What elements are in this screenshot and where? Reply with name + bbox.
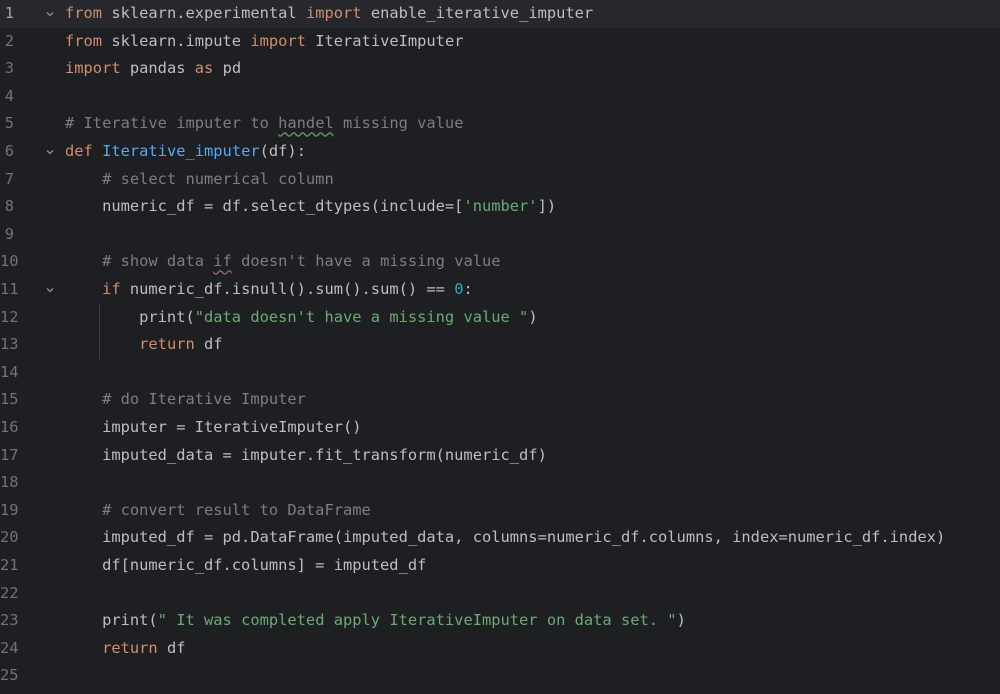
line-number: 7 — [4, 169, 14, 188]
code-text: imputed_df = pd.DataFrame(imputed_data, … — [65, 528, 946, 547]
code-text: print(" It was completed apply Iterative… — [65, 611, 686, 630]
code-line[interactable]: 15 # do Iterative Imputer — [0, 386, 1000, 414]
line-number: 10 — [0, 252, 19, 271]
code-line[interactable]: 4 — [0, 83, 1000, 111]
line-number: 8 — [4, 197, 14, 216]
line-number: 16 — [0, 418, 19, 436]
line-number: 20 — [0, 528, 19, 547]
line-number: 14 — [0, 362, 19, 381]
line-number: 9 — [4, 224, 14, 243]
code-line[interactable]: 5 # Iterative imputer to handel missing … — [0, 110, 1000, 138]
code-comment: # do Iterative Imputer — [65, 390, 306, 409]
chevron-down-icon[interactable] — [44, 276, 56, 304]
code-line[interactable]: 14 — [0, 359, 1000, 387]
code-line[interactable]: 23 print(" It was completed apply Iterat… — [0, 607, 1000, 635]
code-line[interactable]: 21 df[numeric_df.columns] = imputed_df — [0, 552, 1000, 580]
line-number: 11 — [0, 280, 19, 298]
code-comment: # show data if doesn't have a missing va… — [65, 252, 501, 271]
code-line[interactable]: 9 — [0, 221, 1000, 249]
code-line[interactable]: 3 import pandas as pd — [0, 55, 1000, 83]
code-line[interactable]: 8 numeric_df = df.select_dtypes(include=… — [0, 193, 1000, 221]
code-line[interactable]: 2 from sklearn.impute import IterativeIm… — [0, 28, 1000, 56]
code-line[interactable]: 24 return df — [0, 635, 1000, 663]
line-number: 22 — [0, 583, 19, 602]
code-line[interactable]: 6 def Iterative_imputer(df): — [0, 138, 1000, 166]
code-line[interactable]: 13 return df — [0, 331, 1000, 359]
code-line[interactable]: 17 imputed_data = imputer.fit_transform(… — [0, 442, 1000, 470]
line-number: 19 — [0, 500, 19, 519]
code-line[interactable]: 25 — [0, 662, 1000, 690]
line-number: 4 — [4, 86, 14, 105]
code-text: return df — [139, 335, 223, 354]
typo-warning: if — [213, 252, 232, 271]
code-line[interactable]: 22 — [0, 580, 1000, 608]
line-number: 23 — [0, 611, 19, 630]
line-number: 2 — [4, 31, 14, 50]
line-number: 13 — [0, 335, 19, 354]
code-line[interactable]: 18 — [0, 469, 1000, 497]
line-number: 5 — [4, 114, 14, 133]
line-number: 25 — [0, 666, 19, 685]
code-comment: # Iterative imputer to handel missing va… — [65, 114, 464, 133]
line-number: 12 — [0, 307, 19, 326]
code-editor[interactable]: ✓² 1 from sklearn.experimental import en… — [0, 0, 1000, 694]
code-line[interactable]: 16 imputer = IterativeImputer() — [0, 414, 1000, 442]
line-number: 6 — [4, 142, 14, 160]
typo-warning: handel — [278, 114, 334, 133]
code-text: def Iterative_imputer(df): — [65, 142, 306, 160]
code-line[interactable]: 20 imputed_df = pd.DataFrame(imputed_dat… — [0, 524, 1000, 552]
code-comment: # convert result to DataFrame — [65, 500, 371, 519]
code-line[interactable]: 1 from sklearn.experimental import enabl… — [0, 0, 1000, 28]
line-number: 3 — [4, 59, 14, 78]
code-text: import pandas as pd — [65, 59, 242, 78]
code-line[interactable]: 10 # show data if doesn't have a missing… — [0, 248, 1000, 276]
code-line[interactable]: 12 print("data doesn't have a missing va… — [0, 304, 1000, 332]
code-comment: # select numerical column — [65, 169, 334, 188]
line-number: 15 — [0, 390, 19, 409]
code-text: numeric_df = df.select_dtypes(include=['… — [65, 197, 557, 216]
code-text: from sklearn.experimental import enable_… — [65, 4, 594, 22]
code-text: print("data doesn't have a missing value… — [65, 307, 538, 326]
code-text: return df — [102, 638, 186, 657]
chevron-down-icon[interactable] — [44, 138, 56, 166]
line-number: 21 — [0, 556, 19, 574]
code-text: if numeric_df.isnull().sum().sum() == 0: — [102, 280, 473, 298]
line-number: 1 — [4, 4, 14, 22]
chevron-down-icon[interactable] — [44, 0, 56, 28]
line-number: 17 — [0, 445, 19, 464]
code-line[interactable]: 7 # select numerical column — [0, 166, 1000, 194]
code-text: imputed_data = imputer.fit_transform(num… — [65, 445, 547, 464]
code-text: from sklearn.impute import IterativeImpu… — [65, 31, 464, 50]
code-text: imputer = IterativeImputer() — [65, 418, 362, 436]
code-line[interactable]: 11 if numeric_df.isnull().sum().sum() ==… — [0, 276, 1000, 304]
line-number: 24 — [0, 638, 19, 657]
code-line[interactable]: 19 # convert result to DataFrame — [0, 497, 1000, 525]
code-text: df[numeric_df.columns] = imputed_df — [65, 556, 427, 574]
line-number: 18 — [0, 473, 19, 492]
